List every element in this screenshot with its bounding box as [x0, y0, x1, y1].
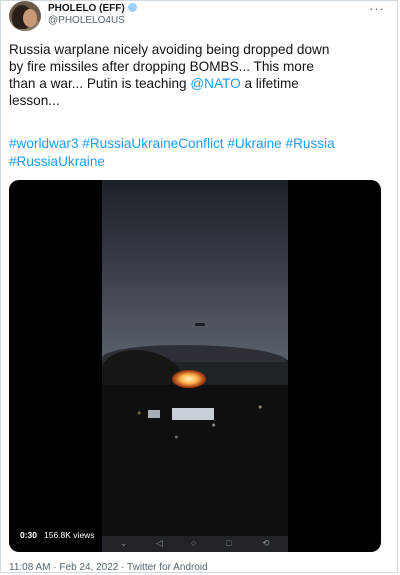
tweet-text-line-3-end: a lifetime — [240, 76, 299, 91]
hashtags[interactable]: #worldwar3 #RussiaUkraineConflict #Ukrai… — [9, 135, 389, 170]
tweet-text: Russia warplane nicely avoiding being dr… — [9, 41, 389, 109]
more-options-icon[interactable]: ··· — [369, 1, 385, 16]
tweet-text-line-1: Russia warplane nicely avoiding being dr… — [9, 42, 330, 57]
video-frame — [102, 180, 288, 552]
avatar-face — [23, 9, 37, 27]
author-name[interactable]: PHOLELO (EFF) — [48, 3, 137, 14]
rotate-icon: ⟲ — [262, 538, 270, 548]
hashtags-line-1[interactable]: #worldwar3 #RussiaUkraineConflict #Ukrai… — [9, 135, 389, 153]
tweet-text-line-3: than a war... Putin is teaching @NATO a … — [9, 75, 389, 92]
tweet-metadata[interactable]: 11:08 AM · Feb 24, 2022 · Twitter for An… — [9, 562, 208, 572]
video-player[interactable]: ⌄ ◁ ○ □ ⟲ 0:30 156.8K views — [9, 180, 381, 552]
video-sky — [102, 180, 288, 360]
home-icon: ○ — [191, 538, 197, 548]
building-small — [148, 410, 160, 418]
video-duration: 0:30 — [20, 530, 38, 540]
back-icon: ◁ — [156, 538, 163, 548]
building — [172, 408, 214, 420]
speech-bubble-icon — [127, 3, 137, 12]
video-views: 156.8K views — [44, 530, 95, 540]
warplane — [195, 323, 205, 326]
tweet-card: PHOLELO (EFF) @PHOLELO4US ··· Russia war… — [0, 0, 398, 573]
chevron-down-icon: ⌄ — [120, 538, 128, 548]
city-lights — [102, 395, 288, 455]
android-nav-bar: ⌄ ◁ ○ □ ⟲ — [102, 536, 288, 552]
avatar[interactable] — [9, 1, 41, 31]
author-name-text: PHOLELO (EFF) — [48, 3, 125, 14]
author-handle[interactable]: @PHOLELO4US — [48, 15, 125, 26]
tweet-text-line-2: by fire missiles after dropping BOMBS...… — [9, 59, 314, 74]
tweet-text-line-4: lesson... — [9, 93, 60, 108]
hashtags-line-2[interactable]: #RussiaUkraine — [9, 153, 389, 171]
fire-glow — [172, 370, 206, 388]
mention-link[interactable]: @NATO — [190, 76, 240, 91]
tweet-text-line-3-start: than a war... Putin is teaching — [9, 76, 191, 91]
recents-icon: □ — [226, 538, 232, 548]
